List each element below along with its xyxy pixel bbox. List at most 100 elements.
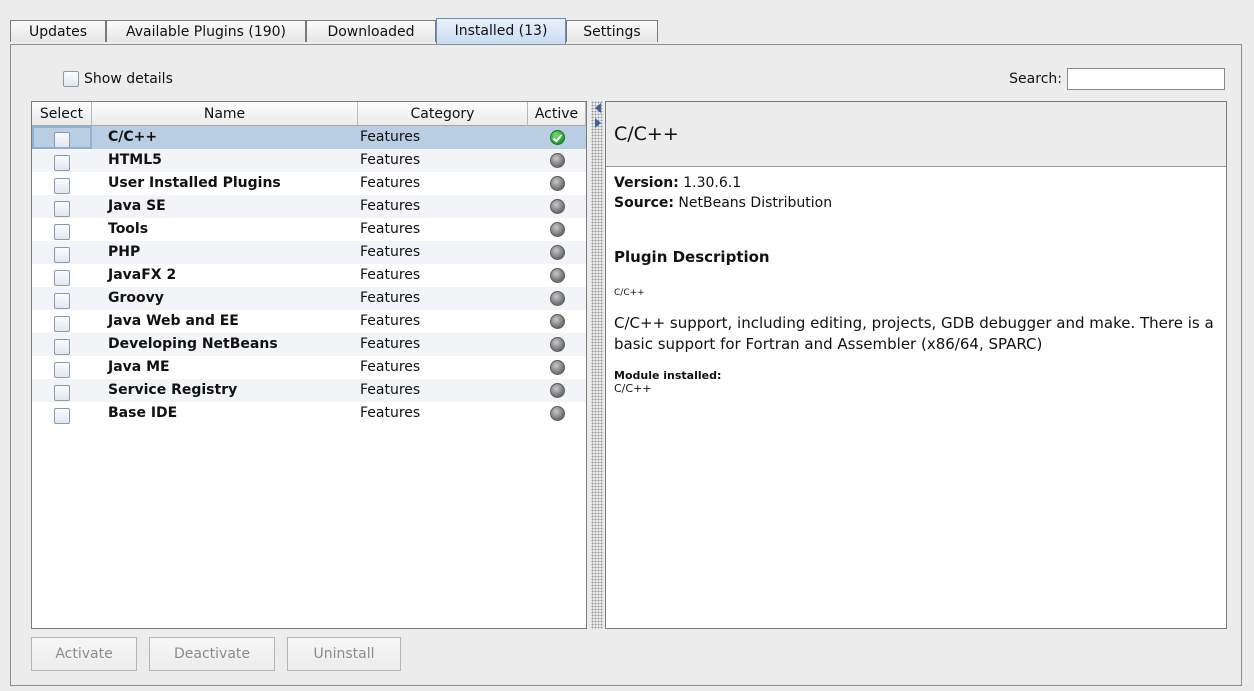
row-select-checkbox[interactable] — [54, 339, 70, 355]
collapse-right-icon[interactable] — [595, 118, 601, 128]
table-row[interactable]: Base IDE Features — [32, 402, 586, 425]
row-select-checkbox[interactable] — [54, 293, 70, 309]
row-select-cell — [32, 172, 92, 195]
plugin-category: Features — [360, 175, 421, 191]
row-select-cell — [32, 264, 92, 287]
table-row[interactable]: Tools Features — [32, 218, 586, 241]
activate-button[interactable]: Activate — [31, 637, 137, 671]
column-header-name[interactable]: Name — [92, 102, 358, 126]
search-input[interactable] — [1067, 68, 1225, 90]
show-details-checkbox[interactable] — [63, 71, 79, 87]
tab-available-plugins[interactable]: Available Plugins (190) — [106, 20, 306, 42]
row-select-checkbox[interactable] — [54, 247, 70, 263]
inactive-dot-icon — [549, 175, 565, 191]
active-cell — [528, 402, 586, 425]
row-select-checkbox[interactable] — [54, 224, 70, 240]
plugin-category: Features — [360, 359, 421, 375]
tab-updates[interactable]: Updates — [10, 20, 106, 42]
inactive-dot-icon — [549, 336, 565, 352]
tab-installed[interactable]: Installed (13) — [436, 18, 566, 44]
row-select-cell — [32, 333, 92, 356]
plugin-name: Developing NetBeans — [108, 336, 278, 352]
table-row[interactable]: Groovy Features — [32, 287, 586, 310]
row-select-checkbox[interactable] — [54, 362, 70, 378]
tab-settings[interactable]: Settings — [566, 20, 658, 42]
plugin-description: C/C++ support, including editing, projec… — [614, 314, 1214, 353]
show-details-toggle[interactable]: Show details — [63, 69, 173, 89]
show-details-label: Show details — [84, 71, 173, 87]
plugin-details-pane: C/C++ Version: 1.30.6.1 Source: NetBeans… — [605, 101, 1227, 629]
inactive-dot-icon — [549, 152, 565, 168]
row-select-cell — [32, 356, 92, 379]
active-cell — [528, 195, 586, 218]
inactive-dot-icon — [549, 359, 565, 375]
column-header-select[interactable]: Select — [32, 102, 92, 126]
active-cell — [528, 264, 586, 287]
plugin-code-name: C/C++ — [614, 288, 645, 298]
active-cell — [528, 333, 586, 356]
inactive-dot-icon — [549, 290, 565, 306]
column-header-active[interactable]: Active — [528, 102, 586, 126]
plugin-category: Features — [360, 221, 421, 237]
table-row[interactable]: Java ME Features — [32, 356, 586, 379]
row-select-cell — [32, 402, 92, 425]
table-row[interactable]: C/C++ Features — [32, 126, 586, 149]
inactive-dot-icon — [549, 198, 565, 214]
table-row[interactable]: Java Web and EE Features — [32, 310, 586, 333]
splitter-handle[interactable] — [591, 101, 603, 629]
table-row[interactable]: User Installed Plugins Features — [32, 172, 586, 195]
plugin-category: Features — [360, 313, 421, 329]
table-row[interactable]: HTML5 Features — [32, 149, 586, 172]
table-row[interactable]: Service Registry Features — [32, 379, 586, 402]
active-cell — [528, 356, 586, 379]
plugin-name: Groovy — [108, 290, 164, 306]
deactivate-button[interactable]: Deactivate — [149, 637, 275, 671]
version-value: 1.30.6.1 — [683, 175, 742, 191]
row-select-checkbox[interactable] — [54, 155, 70, 171]
collapse-left-icon[interactable] — [595, 103, 601, 113]
table-row[interactable]: Developing NetBeans Features — [32, 333, 586, 356]
row-select-cell — [32, 310, 92, 333]
row-select-cell — [32, 241, 92, 264]
plugin-category: Features — [360, 129, 421, 145]
source-value: NetBeans Distribution — [678, 195, 833, 211]
active-cell — [528, 379, 586, 402]
row-select-checkbox[interactable] — [54, 270, 70, 286]
uninstall-button[interactable]: Uninstall — [287, 637, 401, 671]
row-select-cell — [32, 149, 92, 172]
row-select-checkbox[interactable] — [54, 385, 70, 401]
row-select-checkbox[interactable] — [54, 132, 70, 148]
active-check-icon — [549, 129, 565, 145]
row-select-cell — [32, 126, 92, 149]
table-row[interactable]: JavaFX 2 Features — [32, 264, 586, 287]
row-select-checkbox[interactable] — [54, 201, 70, 217]
active-cell — [528, 310, 586, 333]
table-row[interactable]: PHP Features — [32, 241, 586, 264]
row-select-checkbox[interactable] — [54, 178, 70, 194]
source-label: Source: — [614, 195, 674, 211]
details-title: C/C++ — [606, 102, 1226, 167]
inactive-dot-icon — [549, 405, 565, 421]
search-area: Search: — [1009, 67, 1225, 91]
column-header-category[interactable]: Category — [358, 102, 528, 126]
details-body: Version: 1.30.6.1 Source: NetBeans Distr… — [606, 167, 1226, 401]
plugin-name: User Installed Plugins — [108, 175, 281, 191]
row-select-cell — [32, 195, 92, 218]
table-header: Select Name Category Active — [32, 102, 586, 126]
table-row[interactable]: Java SE Features — [32, 195, 586, 218]
plugin-name: Java SE — [108, 198, 166, 214]
row-select-checkbox[interactable] — [54, 316, 70, 332]
plugin-name: Service Registry — [108, 382, 238, 398]
inactive-dot-icon — [549, 382, 565, 398]
plugin-category: Features — [360, 290, 421, 306]
search-label: Search: — [1009, 71, 1062, 87]
description-heading: Plugin Description — [614, 248, 770, 266]
plugin-name: Java Web and EE — [108, 313, 239, 329]
row-select-checkbox[interactable] — [54, 408, 70, 424]
module-installed-value: C/C++ — [614, 382, 652, 395]
inactive-dot-icon — [549, 313, 565, 329]
row-select-cell — [32, 218, 92, 241]
plugin-category: Features — [360, 405, 421, 421]
tab-downloaded[interactable]: Downloaded — [306, 20, 436, 42]
plugin-name: Tools — [108, 221, 149, 237]
